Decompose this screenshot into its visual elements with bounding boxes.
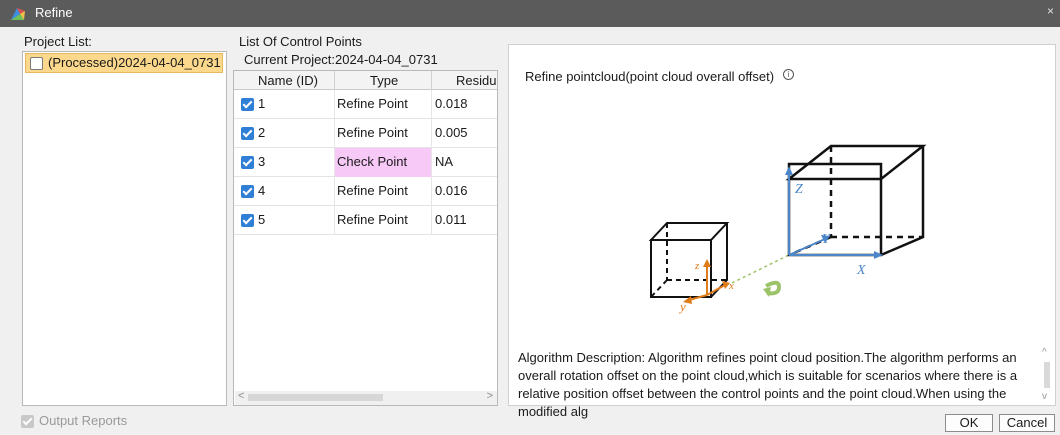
row-checkbox[interactable] (241, 127, 254, 140)
vertical-scrollbar[interactable]: ^ v (1040, 347, 1054, 405)
column-header-residual[interactable]: Residu (456, 73, 496, 88)
current-project-label: Current Project:2024-04-04_0731 (244, 52, 438, 67)
control-points-table: Name (ID) Type Residu 1 Refine Point 0.0… (233, 70, 498, 406)
point-residual: 0.005 (435, 125, 468, 140)
translation-line (731, 254, 790, 284)
info-icon[interactable]: i (783, 69, 794, 80)
table-row[interactable]: 3 Check Point NA (234, 148, 497, 177)
point-id: 1 (258, 96, 266, 111)
control-points-label: List Of Control Points (239, 34, 362, 49)
scrollbar-thumb[interactable] (1044, 362, 1050, 388)
ok-button[interactable]: OK (945, 414, 993, 432)
description-panel: Refine pointcloud(point cloud overall of… (508, 44, 1056, 419)
table-row[interactable]: 4 Refine Point 0.016 (234, 177, 497, 206)
point-residual: 0.011 (435, 212, 467, 227)
output-reports-label: Output Reports (39, 413, 128, 428)
window-title: Refine (35, 5, 73, 20)
big-cube (785, 144, 927, 257)
scroll-left-icon[interactable]: < (238, 390, 244, 402)
project-list-label: Project List: (24, 34, 92, 49)
app-icon (11, 8, 25, 20)
point-residual: 0.016 (435, 183, 468, 198)
point-id: 3 (258, 154, 266, 169)
row-checkbox[interactable] (241, 156, 254, 169)
point-type: Refine Point (337, 125, 408, 140)
point-residual: 0.018 (435, 96, 468, 111)
table-row[interactable]: 2 Refine Point 0.005 (234, 119, 497, 148)
column-header-type[interactable]: Type (370, 73, 398, 88)
table-row[interactable]: 1 Refine Point 0.018 (234, 90, 497, 119)
point-type: Refine Point (337, 212, 408, 227)
horizontal-scrollbar[interactable]: < > (235, 390, 497, 405)
scroll-up-icon[interactable]: ^ (1042, 347, 1047, 358)
point-type: Refine Point (337, 183, 408, 198)
small-cube (648, 222, 730, 298)
small-z-label: z (694, 260, 700, 272)
output-reports-check-icon[interactable] (21, 415, 34, 428)
point-type: Check Point (337, 154, 408, 169)
small-y-label: y (678, 299, 686, 314)
row-checkbox[interactable] (241, 185, 254, 198)
algorithm-description: Algorithm Description: Algorithm refines… (518, 350, 1018, 419)
title-bar: Refine × (0, 0, 1060, 27)
table-row[interactable]: 5 Refine Point 0.011 (234, 206, 497, 235)
offset-diagram: z x y Z Y X (648, 144, 927, 314)
close-icon[interactable]: × (1047, 4, 1054, 18)
point-id: 2 (258, 125, 266, 140)
rotation-arrow-icon (763, 280, 782, 297)
big-z-label: Z (795, 182, 803, 197)
cancel-button[interactable]: Cancel (999, 414, 1055, 432)
point-residual: NA (435, 154, 454, 169)
big-x-label: X (856, 263, 866, 278)
scroll-down-icon[interactable]: v (1042, 391, 1047, 402)
point-type: Refine Point (337, 96, 408, 111)
row-checkbox[interactable] (241, 214, 254, 227)
project-list: (Processed)2024-04-04_0731 (22, 51, 227, 406)
project-checkbox[interactable] (30, 57, 43, 70)
project-list-item[interactable]: (Processed)2024-04-04_0731 (25, 53, 223, 73)
row-checkbox[interactable] (241, 98, 254, 111)
description-title: Refine pointcloud(point cloud overall of… (525, 69, 775, 84)
column-header-name[interactable]: Name (ID) (258, 73, 318, 88)
point-id: 5 (258, 212, 266, 227)
scrollbar-thumb[interactable] (248, 394, 383, 401)
table-header: Name (ID) Type Residu (234, 71, 497, 90)
project-item-label: (Processed)2024-04-04_0731 (48, 55, 221, 70)
point-id: 4 (258, 183, 266, 198)
scroll-right-icon[interactable]: > (487, 390, 493, 402)
